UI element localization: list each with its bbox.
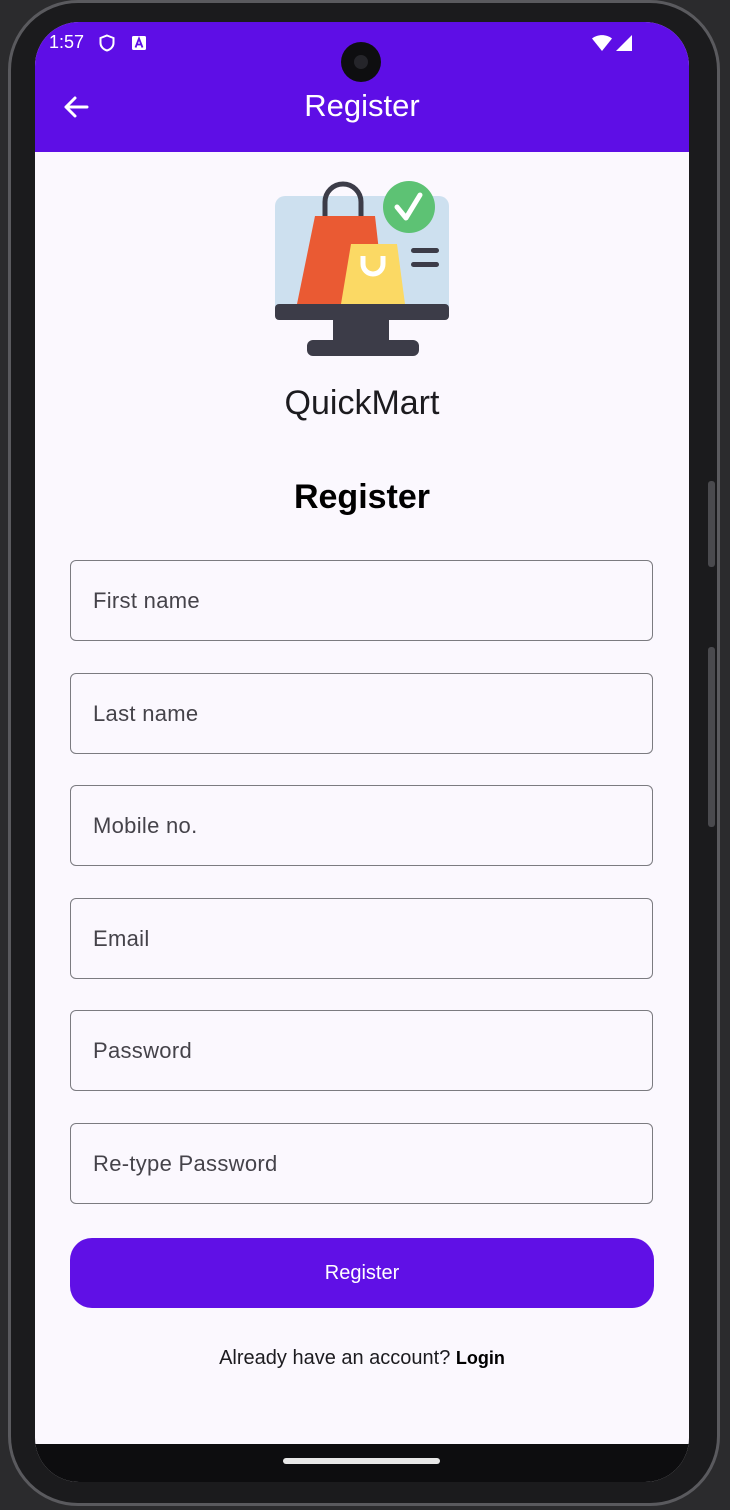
mobile-field[interactable] bbox=[70, 785, 653, 866]
status-time: 1:57 bbox=[49, 32, 85, 52]
login-link[interactable]: Login bbox=[456, 1348, 505, 1368]
retype-password-field[interactable] bbox=[70, 1123, 653, 1204]
shield-icon bbox=[99, 33, 115, 52]
a-badge-icon bbox=[132, 35, 147, 50]
first-name-field[interactable] bbox=[70, 560, 653, 641]
register-button[interactable]: Register bbox=[70, 1238, 654, 1308]
password-field[interactable] bbox=[70, 1010, 653, 1091]
app-bar-title: Register bbox=[304, 88, 420, 123]
status-right bbox=[591, 34, 633, 52]
power-button bbox=[708, 481, 715, 567]
login-prompt-text: Already have an account? bbox=[219, 1347, 451, 1369]
system-nav-bar bbox=[35, 1444, 689, 1482]
form-heading: Register bbox=[293, 478, 431, 516]
volume-button bbox=[708, 647, 715, 827]
last-name-field[interactable] bbox=[70, 673, 653, 754]
login-prompt: Already have an account? Login bbox=[35, 1347, 689, 1370]
front-camera bbox=[341, 42, 381, 82]
signal-icon bbox=[616, 35, 632, 51]
shopping-monitor-logo bbox=[275, 181, 449, 356]
app-bar: 1:57 Register bbox=[35, 22, 689, 152]
home-gesture-handle[interactable] bbox=[283, 1458, 440, 1464]
wifi-icon bbox=[592, 35, 612, 51]
app-screen: 1:57 Register QuickMart Register First n… bbox=[35, 22, 689, 1482]
email-field[interactable] bbox=[70, 898, 653, 979]
brand-name: QuickMart bbox=[284, 384, 440, 422]
status-bar: 1:57 bbox=[49, 32, 148, 53]
